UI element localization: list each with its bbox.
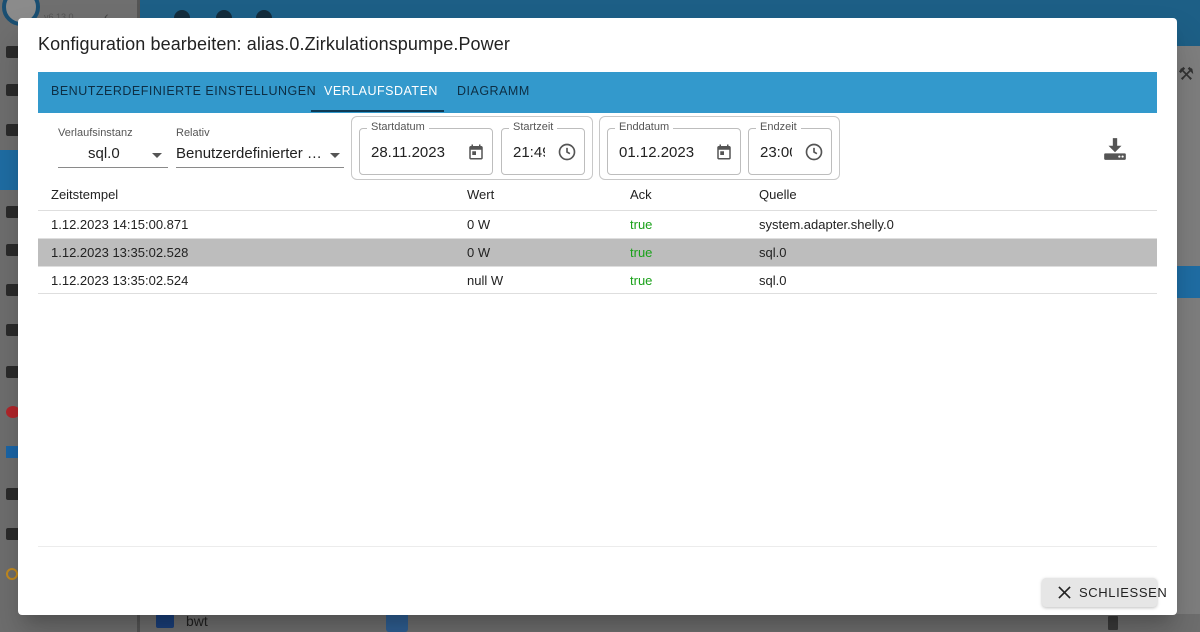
column-header-source[interactable]: Quelle <box>759 187 797 202</box>
start-time-field[interactable]: Startzeit 21:49 <box>501 121 585 175</box>
app-right-indicator <box>1177 266 1200 298</box>
clock-icon[interactable] <box>804 142 824 162</box>
edit-config-dialog: Konfiguration bearbeiten: alias.0.Zirkul… <box>18 18 1177 615</box>
end-date-value: 01.12.2023 <box>619 144 695 161</box>
close-button-label: SCHLIESSEN <box>1079 585 1168 600</box>
adapter-icon <box>386 612 408 632</box>
calendar-icon[interactable] <box>715 143 733 161</box>
close-icon <box>1058 586 1071 599</box>
chevron-down-icon <box>152 153 162 158</box>
sidebar-active-indicator <box>0 150 18 190</box>
dialog-title: Konfiguration bearbeiten: alias.0.Zirkul… <box>38 34 510 54</box>
chevron-down-icon <box>330 153 340 158</box>
cell-timestamp: 1.12.2023 13:35:02.524 <box>51 273 189 288</box>
end-date-field[interactable]: Enddatum 01.12.2023 <box>607 121 741 175</box>
app-right-panel <box>1177 46 1200 632</box>
cell-value: null W <box>467 273 504 288</box>
relative-value: Benutzerdefinierter Bereich <box>176 145 322 162</box>
wrench-icon: ⚒ <box>1178 64 1195 84</box>
tab-bar: Benutzerdefinierte Einstellungen Verlauf… <box>38 72 1157 113</box>
end-date-label: Enddatum <box>615 121 674 133</box>
instance-label: Verlaufsinstanz <box>58 127 133 139</box>
tab-diagram[interactable]: Diagramm <box>444 72 543 113</box>
active-tab-indicator <box>311 110 444 112</box>
table-row[interactable]: 1.12.2023 13:35:02.524 null W true sql.0 <box>38 267 1157 294</box>
table-bottom-divider <box>38 546 1157 547</box>
cell-timestamp: 1.12.2023 14:15:00.871 <box>51 217 189 232</box>
cell-timestamp: 1.12.2023 13:35:02.528 <box>51 245 189 260</box>
column-header-value[interactable]: Wert <box>467 187 494 202</box>
trash-icon <box>1108 616 1118 630</box>
cell-ack: true <box>630 217 653 232</box>
start-date-value: 28.11.2023 <box>371 144 445 161</box>
cell-source: sql.0 <box>759 273 787 288</box>
clock-icon[interactable] <box>557 142 577 162</box>
table-row[interactable]: 1.12.2023 14:15:00.871 0 W true system.a… <box>38 211 1157 238</box>
end-time-label: Endzeit <box>756 121 801 133</box>
rings-icon <box>6 568 18 580</box>
folder-label: bwt <box>186 613 208 629</box>
relative-label: Relativ <box>176 127 210 139</box>
start-date-label: Startdatum <box>367 121 429 133</box>
relative-underline <box>176 167 344 168</box>
row-divider <box>38 293 1157 294</box>
cell-ack: true <box>630 245 653 260</box>
folder-icon <box>156 614 174 628</box>
column-header-timestamp[interactable]: Zeitstempel <box>51 187 118 202</box>
cell-source: system.adapter.shelly.0 <box>759 217 894 232</box>
cell-value: 0 W <box>467 217 491 232</box>
cell-value: 0 W <box>467 245 491 260</box>
app-list-row <box>140 614 1200 632</box>
end-time-field[interactable]: Endzeit 23:00 <box>748 121 832 175</box>
instance-value: sql.0 <box>88 145 120 162</box>
tab-custom-settings[interactable]: Benutzerdefinierte Einstellungen <box>38 72 329 113</box>
tab-history-data[interactable]: Verlaufsdaten <box>311 72 451 113</box>
start-time-label: Startzeit <box>509 121 558 133</box>
end-time-value: 23:00 <box>760 144 792 161</box>
close-button[interactable]: SCHLIESSEN <box>1042 578 1167 607</box>
instance-underline <box>58 167 168 168</box>
table-row[interactable]: 1.12.2023 13:35:02.528 0 W true sql.0 <box>38 239 1157 266</box>
cell-source: sql.0 <box>759 245 787 260</box>
cell-ack: true <box>630 273 653 288</box>
calendar-icon[interactable] <box>467 143 485 161</box>
column-header-ack[interactable]: Ack <box>630 187 652 202</box>
start-date-field[interactable]: Startdatum 28.11.2023 <box>359 121 493 175</box>
start-time-value: 21:49 <box>513 144 545 161</box>
download-icon[interactable] <box>1102 136 1128 162</box>
